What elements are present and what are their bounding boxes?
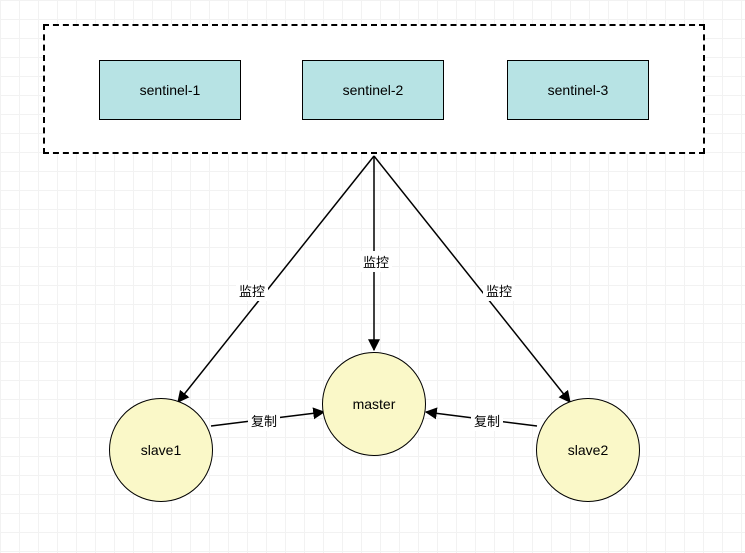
node-label: slave2 xyxy=(568,442,608,458)
edge-label-replicate-left: 复制 xyxy=(248,410,280,431)
slave2-node: slave2 xyxy=(536,398,640,502)
edge-label-replicate-right: 复制 xyxy=(471,410,503,431)
master-node: master xyxy=(322,352,426,456)
edge-label-monitor-right: 监控 xyxy=(483,280,515,301)
node-label: master xyxy=(353,396,396,412)
edge-label-monitor-left: 监控 xyxy=(236,280,268,301)
edge-label-monitor-mid: 监控 xyxy=(360,251,392,272)
slave1-node: slave1 xyxy=(109,398,213,502)
node-label: slave1 xyxy=(141,442,181,458)
architecture-diagram: sentinel-1 sentinel-2 sentinel-3 监控 监控 监… xyxy=(0,0,745,553)
